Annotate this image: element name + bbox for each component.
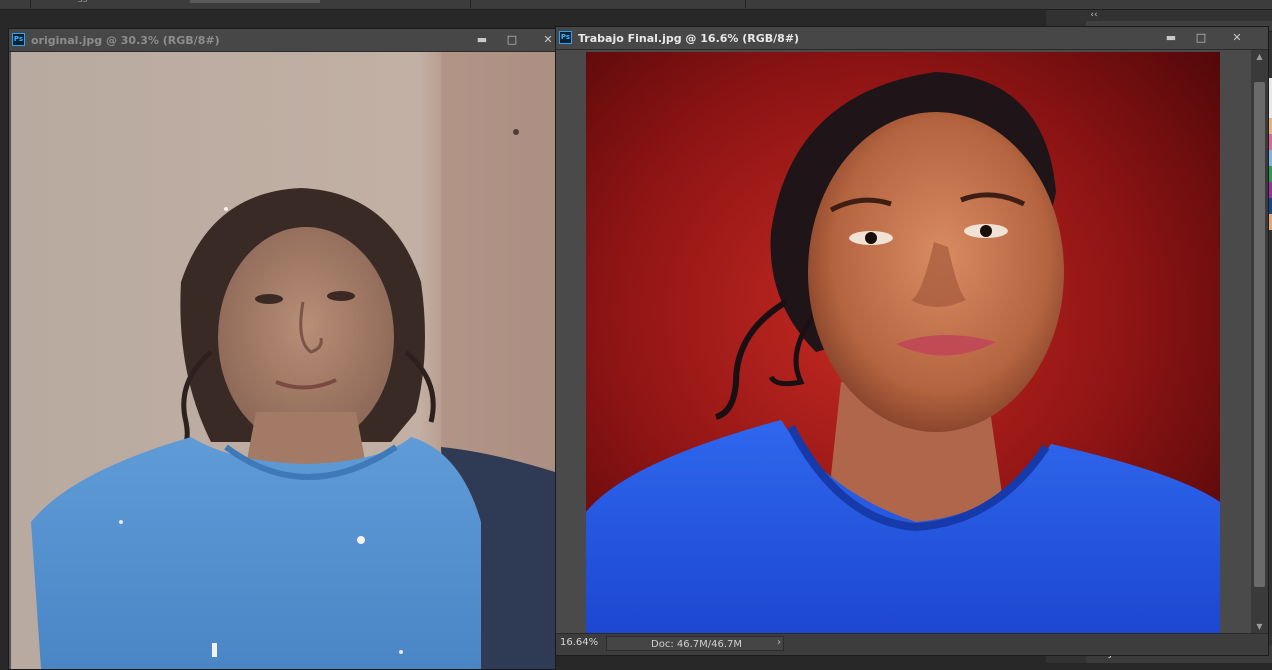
final-photo <box>586 52 1220 633</box>
maximize-icon[interactable]: □ <box>503 31 521 49</box>
close-icon[interactable]: ✕ <box>539 31 555 49</box>
options-label: ss <box>78 0 88 5</box>
final-document-window: Ps Trabajo Final.jpg @ 16.6% (RGB/8#) ▬ … <box>555 26 1269 656</box>
original-window-titlebar[interactable]: Ps original.jpg @ 30.3% (RGB/8#) ▬ □ ✕ <box>9 29 555 52</box>
final-photo-canvas[interactable] <box>586 52 1220 633</box>
original-photo-canvas[interactable] <box>11 52 555 669</box>
options-segment[interactable] <box>0 0 31 8</box>
original-photo <box>11 52 555 669</box>
document-size-info: Doc: 46.7M/46.7M <box>606 636 784 651</box>
scroll-up-icon[interactable]: ▲ <box>1251 52 1268 61</box>
minimize-icon[interactable]: ▬ <box>1162 29 1180 47</box>
maximize-icon[interactable]: □ <box>1192 29 1210 47</box>
close-icon[interactable]: ✕ <box>1228 29 1246 47</box>
document-status-bar: 16.64% Doc: 46.7M/46.7M › <box>556 633 1268 655</box>
options-divider <box>745 0 746 8</box>
final-window-titlebar[interactable]: Ps Trabajo Final.jpg @ 16.6% (RGB/8#) ▬ … <box>556 27 1268 50</box>
options-divider <box>470 0 471 8</box>
chevron-right-icon[interactable]: › <box>777 637 781 648</box>
original-document-window: Ps original.jpg @ 30.3% (RGB/8#) ▬ □ ✕ <box>8 28 556 670</box>
ps-icon: Ps <box>559 31 572 44</box>
zoom-level-field[interactable]: 16.64% <box>560 637 598 648</box>
final-window-title: Trabajo Final.jpg @ 16.6% (RGB/8#) <box>578 32 800 45</box>
minimize-icon[interactable]: ▬ <box>473 31 491 49</box>
collapse-panels-button[interactable]: ‹‹ <box>1066 10 1122 21</box>
options-field[interactable] <box>190 0 320 3</box>
ps-icon: Ps <box>12 33 25 46</box>
original-window-title: original.jpg @ 30.3% (RGB/8#) <box>31 34 220 47</box>
vertical-scrollbar[interactable]: ▲ ▼ <box>1251 50 1268 633</box>
app-options-bar: ss <box>0 0 1272 10</box>
scrollbar-thumb[interactable] <box>1254 82 1265 587</box>
scroll-down-icon[interactable]: ▼ <box>1251 622 1268 631</box>
